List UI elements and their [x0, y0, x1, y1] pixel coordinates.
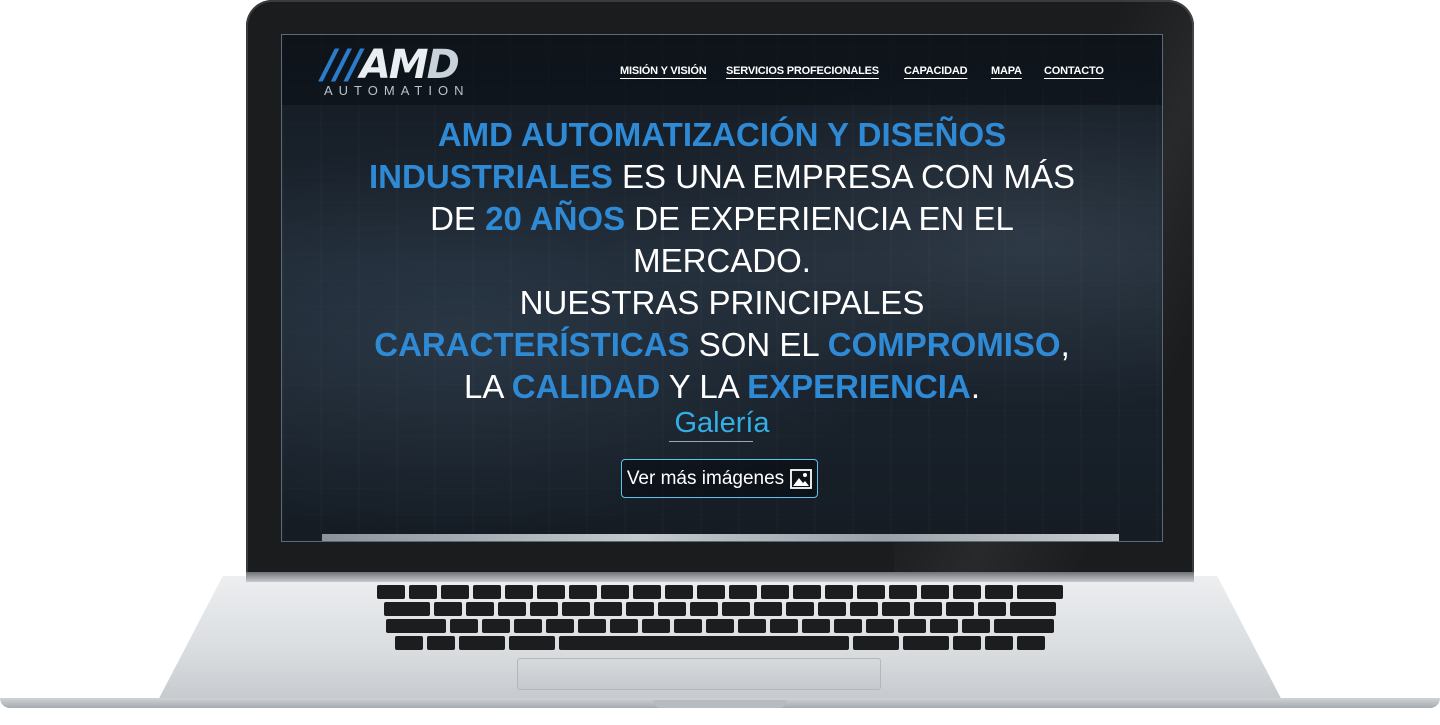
logo-am: AM — [359, 42, 429, 88]
hero-line: AMD AUTOMATIZACIÓN Y DISEÑOS — [302, 114, 1142, 156]
hero-line: NUESTRAS PRINCIPALES — [302, 282, 1142, 324]
laptop-keyboard — [205, 582, 1235, 652]
logo-d: D — [426, 42, 460, 88]
hero-text: SON EL — [689, 326, 828, 363]
hero-text: DE — [430, 200, 486, 237]
nav-mapa[interactable]: MAPA — [991, 65, 1022, 85]
keyboard-row — [205, 585, 1235, 599]
logo-subtitle: AUTOMATION — [324, 83, 470, 98]
hero-highlight: INDUSTRIALES — [369, 158, 613, 195]
nav-contacto[interactable]: CONTACTO — [1044, 65, 1104, 85]
hero-text: . — [970, 368, 980, 405]
keyboard-row — [205, 619, 1235, 633]
hero-line: INDUSTRIALES ES UNA EMPRESA CON MÁS — [302, 156, 1142, 198]
laptop-base — [0, 560, 1440, 725]
logo-mark: ///AMD — [322, 42, 460, 88]
next-section-preview — [322, 534, 1119, 541]
lid-notch — [653, 700, 787, 708]
gallery-button-label: Ver más imágenes — [626, 467, 785, 489]
keyboard-row — [205, 636, 1235, 650]
hero-text: MERCADO. — [633, 242, 811, 279]
gallery-divider — [669, 441, 753, 442]
ver-mas-imagenes-button[interactable]: Ver más imágenes — [621, 459, 818, 498]
hero-line: CARACTERÍSTICAS SON EL COMPROMISO, — [302, 324, 1142, 366]
logo-slashes: /// — [322, 42, 362, 88]
image-icon — [790, 468, 813, 489]
website-screen: ///AMD AUTOMATION MISIÓN Y VISIÓN SERVIC… — [281, 34, 1163, 542]
hero-text: Y LA — [660, 368, 748, 405]
hero-text: DE EXPERIENCIA EN EL — [625, 200, 1014, 237]
hero-highlight: EXPERIENCIA — [747, 368, 971, 405]
laptop-hinge — [246, 572, 1194, 582]
hero-line: LA CALIDAD Y LA EXPERIENCIA. — [302, 366, 1142, 408]
gallery-title: Galería — [674, 407, 770, 439]
nav-servicios[interactable]: SERVICIOS PROFECIONALES — [726, 65, 879, 85]
nav-mision-vision[interactable]: MISIÓN Y VISIÓN — [620, 65, 707, 85]
keyboard-row — [205, 602, 1235, 616]
nav-capacidad[interactable]: CAPACIDAD — [904, 65, 968, 85]
hero-highlight: 20 AÑOS — [485, 200, 626, 237]
hero-text: NUESTRAS PRINCIPALES — [519, 284, 925, 321]
hero-highlight: COMPROMISO — [827, 326, 1061, 363]
hero-highlight: CALIDAD — [511, 368, 661, 405]
hero-highlight: CARACTERÍSTICAS — [374, 326, 690, 363]
trackpad — [517, 658, 881, 690]
amd-logo[interactable]: ///AMD AUTOMATION — [322, 43, 492, 101]
hero-text: , — [1060, 326, 1070, 363]
hero-text: LA — [464, 368, 512, 405]
logo-letters: AMD — [359, 42, 460, 88]
hero-line: DE 20 AÑOS DE EXPERIENCIA EN EL — [302, 198, 1142, 240]
hero-line: MERCADO. — [302, 240, 1142, 282]
hero-highlight: AMD AUTOMATIZACIÓN Y DISEÑOS — [437, 116, 1007, 153]
hero-text: ES UNA EMPRESA CON MÁS — [612, 158, 1075, 195]
